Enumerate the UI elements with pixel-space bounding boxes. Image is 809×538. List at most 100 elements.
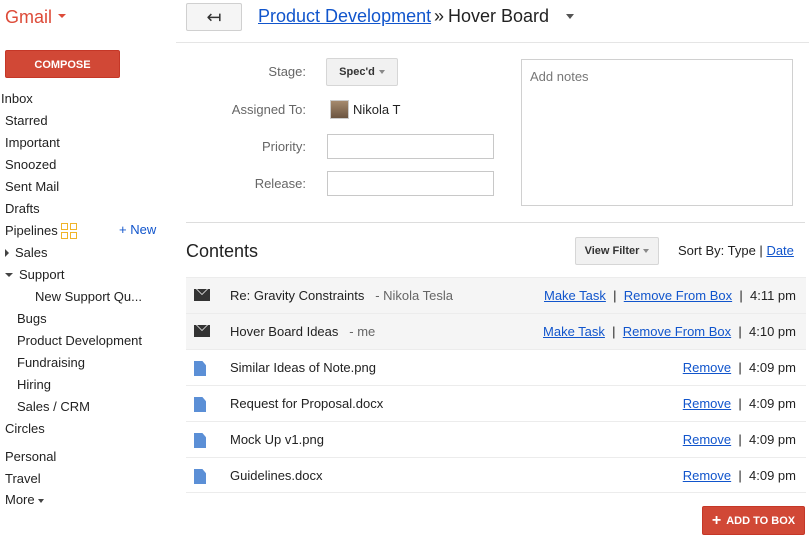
item-subject: Hover Board Ideas	[230, 324, 339, 339]
time-separator: |	[738, 468, 742, 483]
item-sender: - Nikola Tesla	[375, 288, 454, 303]
avatar	[330, 100, 349, 119]
stage-value: Spec'd	[339, 66, 375, 78]
time-separator: |	[738, 432, 742, 447]
list-item[interactable]: Re: Gravity Constraints - Nikola Tesla M…	[186, 277, 806, 313]
view-filter-label: View Filter	[584, 245, 640, 257]
sidebar-item-support[interactable]: Support	[5, 267, 65, 282]
title-dropdown-icon[interactable]	[566, 14, 574, 19]
sidebar-item-personal[interactable]: Personal	[5, 449, 56, 464]
file-icon	[194, 397, 206, 412]
sidebar-item-important[interactable]: Important	[5, 135, 60, 150]
make-task-link[interactable]: Make Task	[543, 324, 605, 339]
item-time: 4:09 pm	[749, 396, 796, 411]
sidebar-item-label: Support	[19, 267, 65, 282]
header-divider	[176, 42, 809, 43]
file-icon	[194, 361, 206, 376]
item-time: 4:09 pm	[749, 468, 796, 483]
back-button[interactable]: ↤	[186, 3, 242, 31]
stage-dropdown[interactable]: Spec'd	[326, 58, 398, 86]
time-separator: |	[738, 396, 742, 411]
list-item[interactable]: Similar Ideas of Note.png Remove | 4:09 …	[186, 349, 806, 385]
make-task-link[interactable]: Make Task	[544, 288, 606, 303]
list-item[interactable]: Request for Proposal.docx Remove | 4:09 …	[186, 385, 806, 421]
item-time: 4:09 pm	[749, 360, 796, 375]
list-item[interactable]: Mock Up v1.png Remove | 4:09 pm	[186, 421, 806, 457]
remove-link[interactable]: Remove	[683, 396, 731, 411]
gmail-logo: Gmail	[5, 7, 53, 27]
notes-field[interactable]: Add notes	[521, 59, 793, 206]
sidebar-item-new-support[interactable]: New Support Qu...	[35, 289, 142, 304]
list-item[interactable]: Hover Board Ideas - me Make Task | Remov…	[186, 313, 806, 349]
assigned-label: Assigned To:	[231, 102, 306, 117]
item-filename: Mock Up v1.png	[230, 432, 324, 447]
sort-separator: |	[759, 243, 763, 258]
time-separator: |	[738, 360, 742, 375]
sidebar-item-pipelines[interactable]: Pipelines	[5, 223, 58, 238]
chevron-down-icon	[58, 14, 67, 19]
priority-label: Priority:	[261, 139, 306, 154]
contents-list: Re: Gravity Constraints - Nikola Tesla M…	[186, 277, 806, 493]
release-label: Release:	[254, 176, 306, 191]
expand-icon[interactable]	[5, 248, 9, 257]
add-to-box-label: ADD TO BOX	[726, 515, 796, 527]
sidebar-item-sent[interactable]: Sent Mail	[5, 179, 59, 194]
item-subject: Re: Gravity Constraints	[230, 288, 365, 303]
sidebar-item-circles[interactable]: Circles	[5, 421, 45, 436]
item-filename: Similar Ideas of Note.png	[230, 360, 376, 375]
sidebar-item-sales[interactable]: Sales	[5, 245, 48, 260]
sidebar-item-label: More	[5, 492, 35, 507]
sort-by: Sort By: Type | Date	[678, 243, 794, 258]
file-icon	[194, 469, 206, 484]
new-pipeline-link[interactable]: + New	[119, 222, 156, 237]
chevron-down-icon	[643, 249, 650, 254]
sidebar-item-snoozed[interactable]: Snoozed	[5, 157, 56, 172]
assignee-name[interactable]: Nikola T	[353, 102, 400, 117]
file-icon	[194, 433, 206, 448]
time-separator: |	[739, 288, 743, 303]
item-time: 4:10 pm	[749, 324, 796, 339]
sidebar-item-drafts[interactable]: Drafts	[5, 201, 40, 216]
view-filter-button[interactable]: View Filter	[575, 237, 659, 265]
page-title: Hover Board	[448, 6, 550, 26]
sidebar-item-product-development[interactable]: Product Development	[17, 333, 142, 348]
sidebar-item-more[interactable]: More	[5, 492, 44, 507]
remove-link[interactable]: Remove	[683, 360, 731, 375]
breadcrumb-separator: »	[434, 6, 445, 26]
section-divider	[186, 222, 805, 223]
priority-input[interactable]	[327, 134, 494, 159]
action-separator: |	[612, 324, 616, 339]
sidebar-item-label: Sales	[15, 245, 48, 260]
pipelines-icon	[61, 223, 77, 239]
gmail-menu[interactable]: Gmail	[5, 7, 67, 28]
sort-by-date-link[interactable]: Date	[766, 243, 793, 258]
add-to-box-button[interactable]: + ADD TO BOX	[702, 506, 805, 535]
collapse-icon[interactable]	[5, 272, 13, 277]
remove-from-box-link[interactable]: Remove From Box	[624, 288, 732, 303]
sidebar-item-fundraising[interactable]: Fundraising	[17, 355, 85, 370]
remove-link[interactable]: Remove	[683, 432, 731, 447]
notes-placeholder: Add notes	[530, 69, 589, 84]
remove-link[interactable]: Remove	[683, 468, 731, 483]
time-separator: |	[738, 324, 742, 339]
list-item[interactable]: Guidelines.docx Remove | 4:09 pm	[186, 457, 806, 493]
release-input[interactable]	[327, 171, 494, 196]
sidebar-item-inbox[interactable]: Inbox	[1, 91, 33, 106]
sidebar-item-starred[interactable]: Starred	[5, 113, 48, 128]
breadcrumb-pipeline-link[interactable]: Product Development	[258, 6, 431, 27]
sidebar-item-hiring[interactable]: Hiring	[17, 377, 51, 392]
envelope-icon	[194, 325, 210, 337]
action-separator: |	[613, 288, 617, 303]
contents-title: Contents	[186, 241, 259, 261]
chevron-down-icon	[378, 70, 385, 75]
sort-by-type: Sort By: Type	[678, 243, 756, 258]
chevron-down-icon	[37, 498, 44, 503]
sidebar-item-sales-crm[interactable]: Sales / CRM	[17, 399, 90, 414]
sidebar-item-bugs[interactable]: Bugs	[17, 311, 47, 326]
item-time: 4:09 pm	[749, 432, 796, 447]
compose-button[interactable]: COMPOSE	[5, 50, 120, 78]
sidebar-item-travel[interactable]: Travel	[5, 471, 41, 486]
stage-label: Stage:	[268, 64, 306, 79]
remove-from-box-link[interactable]: Remove From Box	[623, 324, 731, 339]
back-arrow-icon: ↤	[206, 7, 222, 27]
